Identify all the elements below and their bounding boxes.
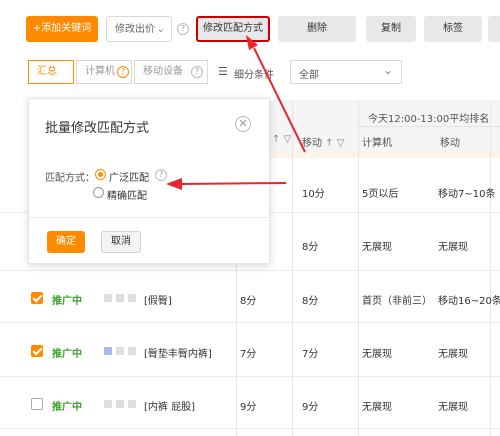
keyword-text[interactable]: [内裤 屁股] bbox=[144, 398, 195, 413]
quality-indicator bbox=[104, 400, 112, 408]
help-icon[interactable]: ? bbox=[155, 169, 167, 181]
close-icon[interactable]: ✕ bbox=[235, 116, 251, 132]
subdivide-filter[interactable]: ☰ 细分条件 bbox=[218, 65, 282, 81]
quality-score: 7分 bbox=[240, 349, 257, 360]
tag-button[interactable]: 标签 bbox=[424, 16, 482, 42]
table-header-highlight bbox=[236, 152, 500, 158]
row-divider bbox=[0, 270, 500, 271]
keyword-text[interactable]: [假臀] bbox=[144, 292, 172, 307]
table-cell: 无展现 bbox=[438, 349, 468, 360]
sort-icon[interactable]: ↑ ▽ bbox=[272, 134, 291, 145]
tab-summary[interactable]: 汇总 bbox=[28, 60, 74, 84]
row-checkbox[interactable] bbox=[31, 398, 43, 410]
match-type-label: 匹配方式： bbox=[45, 173, 95, 184]
chevron-down-icon: ⌄ bbox=[156, 24, 165, 35]
table-cell: 移动16~20条 bbox=[438, 296, 500, 307]
all-select[interactable]: 全部 ⌄ bbox=[290, 60, 402, 84]
table-cell: 无展现 bbox=[438, 402, 468, 413]
quality-indicator bbox=[116, 400, 124, 408]
modal-divider bbox=[29, 217, 269, 218]
modify-match-button[interactable]: 修改匹配方式 bbox=[196, 16, 270, 42]
table-cell: 无展现 bbox=[438, 242, 468, 253]
help-icon: ? bbox=[191, 66, 203, 78]
header-divider bbox=[358, 126, 500, 127]
row-divider bbox=[0, 376, 500, 377]
delete-button[interactable]: 删除 bbox=[278, 16, 356, 42]
row-checkbox[interactable] bbox=[31, 345, 43, 357]
broad-match-label[interactable]: 广泛匹配 bbox=[109, 169, 149, 184]
radio-broad-match[interactable] bbox=[95, 169, 106, 180]
quality-score: 9分 bbox=[240, 402, 257, 413]
quality-indicator bbox=[128, 294, 136, 302]
quality-indicator bbox=[104, 294, 112, 302]
mobile-column-header[interactable]: 移动 ↑ ▽ bbox=[302, 134, 344, 149]
cancel-button[interactable]: 取消 bbox=[101, 231, 141, 253]
help-icon[interactable]: ? bbox=[177, 23, 189, 35]
row-divider bbox=[0, 322, 500, 323]
all-select-value: 全部 bbox=[299, 70, 319, 81]
table-cell: 首页（非前三） bbox=[362, 296, 432, 307]
exact-match-label[interactable]: 精确匹配 bbox=[107, 187, 147, 202]
help-icon: ? bbox=[117, 66, 129, 78]
quality-indicator bbox=[128, 400, 136, 408]
table-cell: 8分 bbox=[302, 242, 319, 253]
modal-title: 批量修改匹配方式 bbox=[45, 121, 150, 136]
column-divider bbox=[292, 100, 293, 436]
table-cell: 无展现 bbox=[362, 242, 392, 253]
table-cell: 无展现 bbox=[362, 349, 392, 360]
keyword-text[interactable]: [臀垫丰臀内裤] bbox=[144, 345, 212, 360]
quality-indicator bbox=[116, 294, 124, 302]
add-keyword-button[interactable]: +添加关键词 bbox=[26, 16, 98, 42]
computer-column-header: 计算机 bbox=[362, 138, 392, 149]
column-divider bbox=[490, 100, 491, 436]
mobile-column-header-2: 移动 bbox=[440, 138, 460, 149]
tab-computer-label: 计算机 bbox=[85, 66, 115, 77]
subdivide-label: 细分条件 bbox=[234, 70, 274, 81]
mobile-column-label: 移动 bbox=[302, 138, 322, 149]
modify-bid-dropdown[interactable]: 修改出价 ⌄ bbox=[106, 16, 172, 42]
tab-computer[interactable]: 计算机 ? bbox=[76, 60, 132, 84]
status-label: 推广中 bbox=[52, 349, 82, 360]
table-cell: 移动7~10条 bbox=[438, 189, 496, 200]
chevron-down-icon: ⌄ bbox=[382, 63, 393, 77]
row-checkbox[interactable] bbox=[31, 292, 43, 304]
confirm-button[interactable]: 确定 bbox=[47, 231, 85, 253]
quality-score: 8分 bbox=[240, 296, 257, 307]
list-icon: ☰ bbox=[218, 65, 228, 78]
tab-mobile[interactable]: 移动设备 ? bbox=[134, 60, 208, 84]
sort-icon: ↑ ▽ bbox=[322, 138, 345, 149]
table-cell: 8分 bbox=[302, 296, 319, 307]
column-divider bbox=[358, 100, 359, 436]
quality-indicator bbox=[104, 347, 112, 355]
tab-mobile-label: 移动设备 bbox=[143, 66, 183, 77]
table-cell: 7分 bbox=[302, 349, 319, 360]
quality-indicator bbox=[116, 347, 124, 355]
table-cell: 5页以后 bbox=[362, 189, 399, 200]
tab-summary-label: 汇总 bbox=[37, 66, 57, 77]
table-cell: 10分 bbox=[302, 189, 325, 200]
copy-button[interactable]: 复制 bbox=[366, 16, 416, 42]
avg-rank-group-header: 今天12:00-13:00平均排名 bbox=[368, 114, 490, 125]
status-label: 推广中 bbox=[52, 402, 82, 413]
status-label: 推广中 bbox=[52, 296, 82, 307]
quality-indicator bbox=[128, 347, 136, 355]
table-cell: 9分 bbox=[302, 402, 319, 413]
radio-exact-match[interactable] bbox=[93, 187, 104, 198]
row-divider bbox=[0, 428, 500, 429]
table-cell: 无展现 bbox=[362, 402, 392, 413]
batch-match-modal: 批量修改匹配方式 ✕ 匹配方式： 广泛匹配 ? 精确匹配 确定 取消 bbox=[28, 98, 270, 264]
more-button[interactable] bbox=[488, 16, 500, 42]
modify-bid-label: 修改出价 bbox=[115, 24, 155, 35]
